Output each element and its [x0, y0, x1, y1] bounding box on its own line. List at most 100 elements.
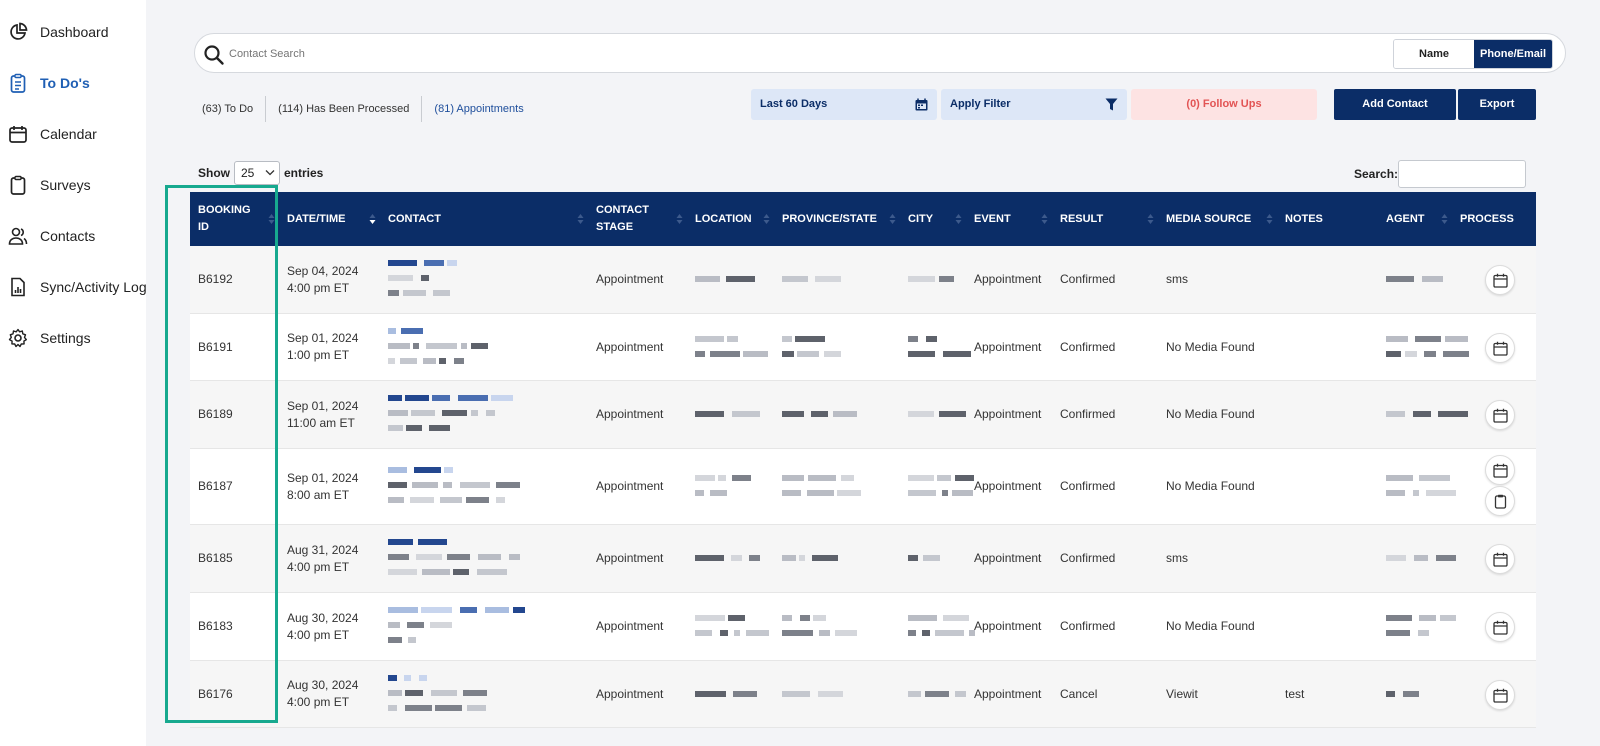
redacted-text	[442, 410, 467, 416]
schedule-process-button[interactable]	[1485, 544, 1515, 574]
redacted-text	[782, 490, 801, 496]
column-header[interactable]: CITY	[900, 192, 966, 246]
follow-ups-button[interactable]: (0) Follow Ups	[1131, 89, 1317, 120]
column-header[interactable]: DATE/TIME	[279, 192, 380, 246]
schedule-process-button[interactable]	[1485, 612, 1515, 642]
sidebar-item-settings[interactable]: Settings	[8, 325, 91, 351]
redacted-text	[837, 490, 861, 496]
column-header[interactable]: BOOKING ID	[190, 192, 279, 246]
table-search-input[interactable]	[1398, 160, 1526, 188]
sidebar-item-contacts[interactable]: Contacts	[8, 223, 95, 249]
table-row[interactable]: B6183 Aug 30, 2024 4:00 pm ET Appointment Ap…	[190, 593, 1536, 661]
processed-count[interactable]: (114) Has Been Processed	[266, 96, 423, 122]
todo-count[interactable]: (63) To Do	[202, 96, 267, 122]
redacted-text	[424, 260, 444, 266]
table-row[interactable]: B6189 Sep 01, 2024 11:00 am ET Appointment A…	[190, 381, 1536, 449]
calendar-icon	[1493, 463, 1508, 478]
table-row[interactable]: B6176 Aug 30, 2024 4:00 pm ET Appointment Ap…	[190, 661, 1536, 728]
contact-stage-cell: Appointment	[596, 619, 664, 633]
redacted-text	[1386, 350, 1401, 357]
table-row[interactable]: B6192 Sep 04, 2024 4:00 pm ET Appointment Ap…	[190, 246, 1536, 314]
search-mode-name[interactable]: Name	[1394, 40, 1474, 68]
schedule-process-button[interactable]	[1485, 679, 1515, 710]
city-cell	[900, 314, 971, 380]
city-cell	[900, 381, 966, 448]
redacted-text	[463, 689, 487, 696]
sidebar-item-surveys[interactable]: Surveys	[8, 172, 91, 198]
column-header[interactable]: CONTACT	[380, 192, 588, 246]
redacted-text	[937, 475, 951, 481]
column-header[interactable]: NOTES	[1277, 192, 1378, 246]
redacted-text	[782, 411, 804, 417]
status-counts: (63) To Do (114) Has Been Processed (81)…	[202, 96, 536, 122]
notes-cell	[1277, 525, 1378, 592]
column-header[interactable]: PROVINCE/STATE	[774, 192, 900, 246]
province-state-cell	[774, 381, 900, 448]
column-header[interactable]: AGENT	[1378, 192, 1452, 246]
process-cell	[1452, 661, 1536, 727]
table-row[interactable]: B6187 Sep 01, 2024 8:00 am ET Appointment Ap…	[190, 449, 1536, 525]
redacted-text	[453, 569, 469, 575]
schedule-process-button[interactable]	[1485, 265, 1515, 295]
redacted-text	[942, 490, 948, 496]
redacted-text	[908, 615, 937, 621]
table-row[interactable]: B6191 Sep 01, 2024 1:00 pm ET Appointment Ap…	[190, 314, 1536, 381]
sidebar-item-dashboard[interactable]: Dashboard	[8, 19, 109, 45]
survey-process-button[interactable]	[1485, 486, 1515, 516]
column-header[interactable]: LOCATION	[687, 192, 774, 246]
calendar-icon	[1493, 552, 1508, 567]
contact-search-input[interactable]	[229, 42, 1329, 66]
redacted-text	[734, 630, 740, 636]
sidebar-item-todos[interactable]: To Do's	[8, 70, 90, 96]
redacted-text	[404, 674, 411, 681]
column-header[interactable]: EVENT	[966, 192, 1052, 246]
redacted-text	[695, 690, 726, 697]
media-source-cell: No Media Found	[1166, 407, 1255, 421]
sort-icon	[369, 214, 376, 224]
media-source-cell: Viewit	[1166, 686, 1198, 701]
schedule-process-button[interactable]	[1485, 332, 1515, 363]
sidebar: Dashboard To Do's Calendar Surveys Conta…	[0, 0, 147, 746]
date-range-picker[interactable]: Last 60 Days	[751, 89, 937, 120]
column-header-label: EVENT	[974, 212, 1011, 225]
table-row[interactable]: B6185 Aug 31, 2024 4:00 pm ET Appointment Ap…	[190, 525, 1536, 593]
sort-icon	[763, 214, 770, 224]
redacted-text	[1405, 350, 1417, 357]
booking-time: 1:00 pm ET	[287, 348, 350, 362]
apply-filter-button[interactable]: Apply Filter	[941, 89, 1127, 120]
notes-cell	[1277, 246, 1378, 313]
redacted-text	[1386, 690, 1395, 697]
redacted-text	[416, 554, 442, 560]
export-button[interactable]: Export	[1458, 89, 1536, 120]
redacted-text	[447, 554, 470, 560]
appointments-count[interactable]: (81) Appointments	[422, 96, 535, 122]
redacted-text	[732, 411, 760, 417]
schedule-process-button[interactable]	[1485, 400, 1515, 430]
booking-id-cell: B6183	[198, 619, 233, 633]
column-header[interactable]: RESULT	[1052, 192, 1158, 246]
sidebar-item-label: Calendar	[40, 126, 97, 142]
column-header[interactable]: PROCESS	[1452, 192, 1536, 246]
redacted-text	[496, 497, 505, 503]
schedule-process-button[interactable]	[1485, 455, 1515, 485]
redacted-text	[746, 630, 769, 636]
province-state-cell	[774, 593, 900, 660]
column-header[interactable]: MEDIA SOURCE	[1158, 192, 1277, 246]
redacted-text	[440, 497, 462, 503]
bookings-table: BOOKING ID DATE/TIME CONTACT CONTACT STAGE L…	[190, 192, 1536, 728]
sidebar-item-sync-activity-log[interactable]: Sync/Activity Log	[8, 274, 147, 300]
redacted-text	[486, 410, 495, 416]
agent-cell	[1378, 381, 1468, 448]
add-contact-button[interactable]: Add Contact	[1334, 89, 1456, 120]
sidebar-item-calendar[interactable]: Calendar	[8, 121, 97, 147]
redacted-text	[388, 569, 417, 575]
agent-cell	[1378, 661, 1452, 727]
date-time-cell: Sep 01, 2024 8:00 am ET	[279, 449, 380, 524]
redacted-text	[447, 260, 457, 266]
redacted-text	[1386, 555, 1406, 561]
redacted-text	[1386, 615, 1412, 621]
column-header[interactable]: CONTACT STAGE	[588, 192, 687, 246]
search-mode-phone-email[interactable]: Phone/Email	[1474, 40, 1552, 68]
booking-id-cell: B6187	[198, 479, 233, 493]
page-size-select[interactable]: 25	[234, 161, 280, 185]
